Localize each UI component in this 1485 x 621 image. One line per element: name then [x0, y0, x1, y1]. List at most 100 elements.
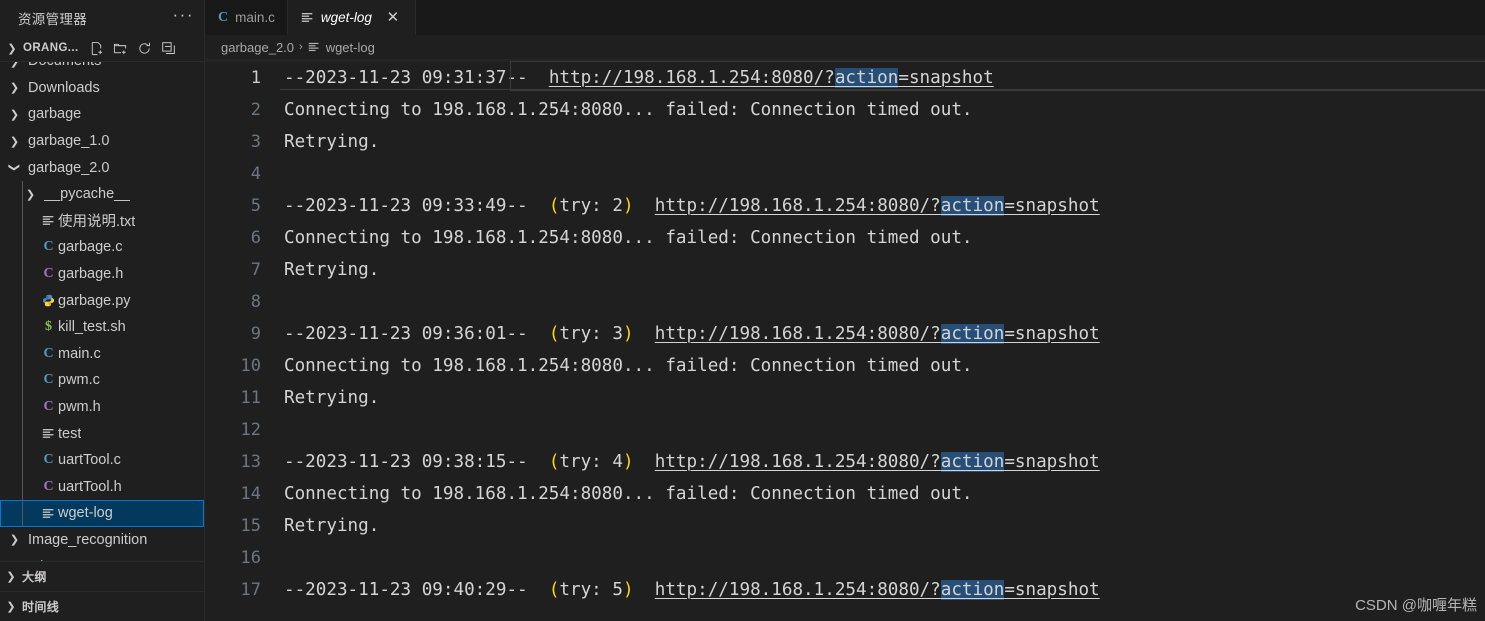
url-link[interactable]: =snapshot	[1004, 324, 1099, 344]
tree-item-garbage.c[interactable]: Cgarbage.c	[0, 234, 204, 261]
explorer-more-actions-icon[interactable]: ···	[173, 6, 194, 26]
tree-item-kill_test.sh[interactable]: $ kill_test.sh	[0, 313, 204, 341]
pane-outline[interactable]: ❯ 大纲	[0, 561, 204, 591]
new-file-icon[interactable]	[86, 37, 108, 59]
close-icon[interactable]: ✕	[383, 8, 403, 28]
line-content[interactable]: --2023-11-23 09:33:49-- (try: 2) http://…	[283, 190, 1485, 222]
tree-item-Downloads[interactable]: ❯ Downloads	[0, 75, 204, 102]
code-line[interactable]: 1 --2023-11-23 09:31:37-- http://198.168.…	[205, 59, 1485, 94]
code-line[interactable]: 10 Connecting to 198.168.1.254:8080... fa…	[205, 350, 1485, 382]
line-content[interactable]: Retrying.	[283, 254, 1485, 286]
new-folder-icon[interactable]	[110, 37, 132, 59]
line-content[interactable]: Retrying.	[283, 382, 1485, 414]
tree-item-Documents[interactable]: ❯ Documents	[0, 62, 204, 75]
line-content[interactable]: Connecting to 198.168.1.254:8080... fail…	[283, 350, 1485, 382]
chevron-right-icon[interactable]: ❯	[6, 560, 23, 561]
tree-item-.txt[interactable]: 使用说明.txt	[0, 207, 204, 235]
tree-item-label: ming-streamer	[28, 559, 121, 561]
find-match-highlight[interactable]: action	[940, 580, 1005, 600]
tree-item-pwm.c[interactable]: Cpwm.c	[0, 367, 204, 394]
url-link[interactable]: http://198.168.1.254:8080/?	[655, 324, 941, 344]
find-match-highlight[interactable]: action	[940, 452, 1005, 472]
line-content[interactable]: Connecting to 198.168.1.254:8080... fail…	[283, 478, 1485, 510]
line-content[interactable]: --2023-11-23 09:40:29-- (try: 5) http://…	[283, 574, 1485, 606]
tree-item-garbage[interactable]: ❯ garbage	[0, 101, 204, 128]
tree-item-uartTool.h[interactable]: CuartTool.h	[0, 473, 204, 501]
pane-timeline[interactable]: ❯ 时间线	[0, 591, 204, 621]
tree-item-__pycache__[interactable]: ❯ __pycache__	[0, 180, 204, 208]
tree-item-main.c[interactable]: Cmain.c	[0, 340, 204, 368]
find-match-highlight[interactable]: action	[940, 324, 1005, 344]
tree-item-garbage_2.0[interactable]: ❯ garbage_2.0	[0, 154, 204, 181]
code-line[interactable]: 6 Connecting to 198.168.1.254:8080... fai…	[205, 222, 1485, 254]
tree-item-Image_recognition[interactable]: ❯ Image_recognition	[0, 527, 204, 554]
code-line[interactable]: 4	[205, 158, 1485, 190]
tree-item-test[interactable]: test	[0, 420, 204, 447]
url-link[interactable]: =snapshot	[1004, 196, 1099, 216]
plain-text: --2023-11-23 09:38:15--	[284, 452, 549, 472]
tree-item-garbage_1.0[interactable]: ❯ garbage_1.0	[0, 128, 204, 155]
line-content[interactable]: --2023-11-23 09:31:37-- http://198.168.1…	[280, 59, 1485, 94]
breadcrumb-folder[interactable]: garbage_2.0	[221, 40, 294, 55]
chevron-right-icon[interactable]: ❯	[22, 188, 39, 201]
text-editor[interactable]: 1 --2023-11-23 09:31:37-- http://198.168.…	[205, 59, 1485, 621]
line-content[interactable]: --2023-11-23 09:38:15-- (try: 4) http://…	[283, 446, 1485, 478]
code-line[interactable]: 15 Retrying.	[205, 510, 1485, 542]
breadcrumb-file[interactable]: wget-log	[326, 40, 375, 55]
plain-text: --2023-11-23 09:40:29--	[284, 580, 549, 600]
chevron-right-icon[interactable]: ❯	[6, 108, 23, 121]
url-link[interactable]: http://198.168.1.254:8080/?	[549, 68, 835, 88]
code-line[interactable]: 16	[205, 542, 1485, 574]
chevron-right-icon[interactable]: ❯	[6, 81, 23, 94]
plain-text	[634, 196, 655, 216]
tree-item-ming-streamer[interactable]: ❯ ming-streamer	[0, 553, 204, 561]
indent-guide	[22, 473, 23, 501]
tree-item-garbage.h[interactable]: Cgarbage.h	[0, 260, 204, 288]
file-tree[interactable]: ❯ Documents ❯ Downloads ❯ garbage ❯ garbage_1.0…	[0, 61, 204, 561]
line-content[interactable]: --2023-11-23 09:36:01-- (try: 3) http://…	[283, 318, 1485, 350]
line-content[interactable]: Connecting to 198.168.1.254:8080... fail…	[283, 222, 1485, 254]
url-link[interactable]: http://198.168.1.254:8080/?	[655, 196, 941, 216]
tree-item-label: uartTool.c	[58, 452, 121, 469]
chevron-right-icon[interactable]: ❯	[6, 135, 23, 148]
chevron-down-icon[interactable]: ❯	[4, 42, 20, 55]
find-match-highlight[interactable]: action	[834, 68, 899, 88]
line-content[interactable]: Retrying.	[283, 510, 1485, 542]
code-line[interactable]: 12	[205, 414, 1485, 446]
url-link[interactable]: =snapshot	[1004, 580, 1099, 600]
tree-item-wget-log[interactable]: wget-log	[0, 500, 204, 527]
tree-item-label: kill_test.sh	[58, 319, 126, 336]
code-line[interactable]: 14 Connecting to 198.168.1.254:8080... fa…	[205, 478, 1485, 510]
code-line[interactable]: 17 --2023-11-23 09:40:29-- (try: 5) http:…	[205, 574, 1485, 606]
chevron-down-icon[interactable]: ❯	[8, 159, 21, 176]
url-link[interactable]: =snapshot	[898, 68, 993, 88]
code-line[interactable]: 13 --2023-11-23 09:38:15-- (try: 4) http:…	[205, 446, 1485, 478]
code-line[interactable]: 8	[205, 286, 1485, 318]
code-line[interactable]: 7 Retrying.	[205, 254, 1485, 286]
chevron-right-icon[interactable]: ❯	[6, 62, 23, 68]
code-line[interactable]: 3 Retrying.	[205, 126, 1485, 158]
chevron-right-icon[interactable]: ❯	[6, 533, 23, 546]
line-number: 9	[250, 324, 261, 344]
code-line[interactable]: 2 Connecting to 198.168.1.254:8080... fai…	[205, 94, 1485, 126]
workspace-folder-header[interactable]: ❯ ORANG...	[0, 35, 204, 61]
code-line[interactable]: 9 --2023-11-23 09:36:01-- (try: 3) http:/…	[205, 318, 1485, 350]
tab-main-c[interactable]: C main.c	[205, 0, 288, 35]
code-line[interactable]: 5 --2023-11-23 09:33:49-- (try: 2) http:/…	[205, 190, 1485, 222]
tree-item-pwm.h[interactable]: Cpwm.h	[0, 393, 204, 421]
url-link[interactable]: =snapshot	[1004, 452, 1099, 472]
url-link[interactable]: http://198.168.1.254:8080/?	[655, 452, 941, 472]
plain-text	[634, 324, 655, 344]
line-content[interactable]: Connecting to 198.168.1.254:8080... fail…	[283, 94, 1485, 126]
collapse-all-icon[interactable]	[158, 37, 180, 59]
tree-item-uartTool.c[interactable]: CuartTool.c	[0, 446, 204, 474]
line-content[interactable]: Retrying.	[283, 126, 1485, 158]
tab-wget-log[interactable]: wget-log ✕	[287, 0, 416, 35]
tree-item-garbage.py[interactable]: garbage.py	[0, 287, 204, 314]
find-match-highlight[interactable]: action	[940, 196, 1005, 216]
refresh-icon[interactable]	[134, 37, 156, 59]
code-line[interactable]: 11 Retrying.	[205, 382, 1485, 414]
tree-item-label: Downloads	[28, 79, 100, 96]
line-number: 3	[250, 132, 261, 152]
url-link[interactable]: http://198.168.1.254:8080/?	[655, 580, 941, 600]
